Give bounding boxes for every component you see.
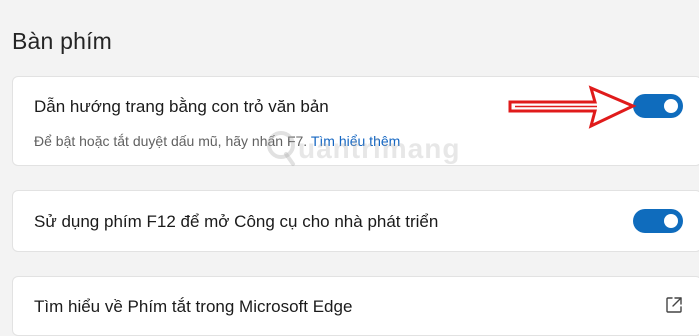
setting-keyboard-shortcuts-label: Tìm hiểu về Phím tắt trong Microsoft Edg… — [34, 297, 353, 316]
f12-devtools-toggle[interactable] — [633, 209, 683, 233]
setting-caret-browsing: Dẫn hướng trang bằng con trỏ văn bản Để … — [12, 76, 699, 166]
section-title: Bàn phím — [12, 28, 113, 54]
setting-f12-devtools: Sử dụng phím F12 để mở Công cụ cho nhà p… — [12, 190, 699, 252]
toggle-knob — [664, 214, 678, 228]
setting-caret-browsing-label: Dẫn hướng trang bằng con trỏ văn bản — [34, 97, 329, 116]
toggle-knob — [664, 99, 678, 113]
setting-keyboard-shortcuts-link[interactable]: Tìm hiểu về Phím tắt trong Microsoft Edg… — [12, 276, 699, 336]
setting-caret-browsing-description: Để bật hoặc tắt duyệt dấu mũ, hãy nhấn F… — [34, 133, 400, 149]
setting-caret-browsing-description-text: Để bật hoặc tắt duyệt dấu mũ, hãy nhấn F… — [34, 133, 308, 149]
caret-browsing-toggle[interactable] — [633, 94, 683, 118]
external-link-icon[interactable] — [665, 296, 683, 314]
learn-more-link[interactable]: Tìm hiểu thêm — [311, 133, 400, 149]
setting-f12-devtools-label: Sử dụng phím F12 để mở Công cụ cho nhà p… — [34, 212, 439, 231]
